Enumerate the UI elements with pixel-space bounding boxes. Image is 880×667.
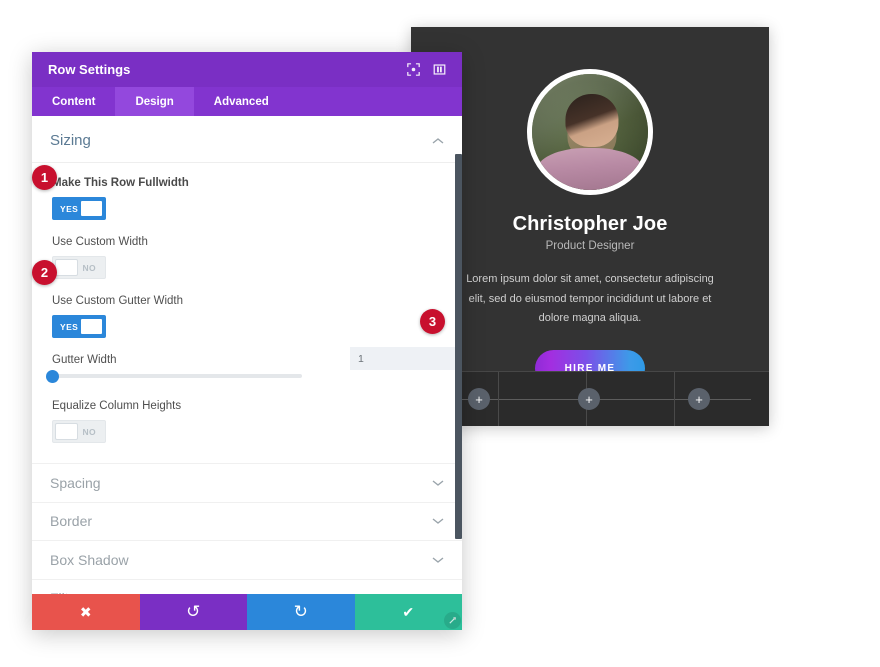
resize-handle[interactable] xyxy=(444,612,461,629)
modal-scrollbar[interactable] xyxy=(455,116,462,594)
chevron-down-icon xyxy=(432,556,444,564)
step-badge-2: 2 xyxy=(32,260,57,285)
builder-preview-canvas: Christopher Joe Product Designer Lorem i… xyxy=(411,27,769,426)
toggle-use-custom-gutter-width[interactable]: YES xyxy=(52,315,106,338)
avatar-photo xyxy=(532,74,648,190)
section-header-spacing[interactable]: Spacing xyxy=(32,463,462,502)
redo-icon: ↻ xyxy=(293,602,308,621)
field-make-row-fullwidth: Make This Row Fullwidth YES xyxy=(52,177,444,220)
profile-role: Product Designer xyxy=(545,240,635,252)
chevron-down-icon xyxy=(432,517,444,525)
redo-button[interactable]: ↻ xyxy=(247,594,355,630)
tab-advanced[interactable]: Advanced xyxy=(194,87,289,116)
section-title: Sizing xyxy=(50,132,91,149)
section-title: Box Shadow xyxy=(50,551,129,568)
section-title: Spacing xyxy=(50,474,101,491)
toggle-knob xyxy=(80,200,103,217)
close-icon: ✖ xyxy=(79,603,92,620)
field-label: Equalize Column Heights xyxy=(52,400,182,412)
toggle-value: NO xyxy=(82,262,96,273)
section-header-border[interactable]: Border xyxy=(32,501,462,541)
column-insert-strip: + + + xyxy=(411,371,769,426)
modal-footer: ✖ ↺ ↻ ✔ xyxy=(32,594,462,630)
toggle-use-custom-width[interactable]: NO xyxy=(52,256,106,279)
toggle-equalize-column-heights[interactable]: NO xyxy=(52,420,106,443)
add-column-button-2[interactable]: + xyxy=(578,388,600,410)
field-gutter-width: Gutter Width xyxy=(46,347,462,383)
chevron-down-icon xyxy=(432,479,444,487)
add-column-button-1[interactable]: + xyxy=(468,388,490,410)
toggle-value: YES xyxy=(60,203,79,214)
gutter-slider[interactable] xyxy=(46,369,302,383)
toggle-make-row-fullwidth[interactable]: YES xyxy=(52,197,106,220)
add-column-button-3[interactable]: + xyxy=(688,388,710,410)
profile-module: Christopher Joe Product Designer Lorem i… xyxy=(411,27,769,387)
modal-titlebar: Row Settings xyxy=(32,52,462,87)
section-header-filters[interactable]: Filters xyxy=(32,578,462,594)
step-badge-1: 1 xyxy=(32,165,57,190)
field-use-custom-gutter-width: Use Custom Gutter Width YES xyxy=(52,295,444,338)
field-equalize-column-heights: Equalize Column Heights NO xyxy=(52,400,444,443)
layout-panel-icon[interactable] xyxy=(428,59,450,81)
step-badge-3: 3 xyxy=(420,309,445,334)
column-divider xyxy=(498,372,499,426)
avatar xyxy=(527,69,653,195)
section-header-box-shadow[interactable]: Box Shadow xyxy=(32,540,462,579)
section-title: Border xyxy=(50,513,93,530)
column-divider xyxy=(674,372,675,426)
tab-content[interactable]: Content xyxy=(32,87,115,116)
tab-design[interactable]: Design xyxy=(115,87,194,116)
toggle-knob xyxy=(55,259,78,276)
field-label: Use Custom Width xyxy=(52,236,148,248)
cancel-button[interactable]: ✖ xyxy=(32,594,140,630)
undo-icon: ↺ xyxy=(186,602,201,621)
undo-button[interactable]: ↺ xyxy=(139,594,247,630)
field-label: Use Custom Gutter Width xyxy=(52,295,184,307)
check-icon: ✔ xyxy=(402,603,415,620)
profile-name: Christopher Joe xyxy=(512,213,668,235)
profile-bio: Lorem ipsum dolor sit amet, consectetur … xyxy=(466,273,714,325)
field-use-custom-width: Use Custom Width NO xyxy=(52,236,444,279)
modal-title: Row Settings xyxy=(48,62,131,77)
modal-tab-bar: Content Design Advanced xyxy=(32,87,462,116)
sizing-fields: Make This Row Fullwidth YES Use Custom W… xyxy=(32,163,462,463)
toggle-value: NO xyxy=(82,426,96,437)
toggle-value: YES xyxy=(60,321,79,332)
gutter-slider-row xyxy=(46,347,462,383)
field-label: Make This Row Fullwidth xyxy=(52,177,189,189)
gutter-slider-handle[interactable] xyxy=(46,369,59,383)
row-settings-modal: Row Settings Content Design Advanced Siz… xyxy=(32,52,462,630)
modal-body: Sizing Make This Row Fullwidth YES Use C… xyxy=(32,116,462,594)
gutter-width-input[interactable] xyxy=(350,347,462,370)
section-header-sizing[interactable]: Sizing xyxy=(32,116,462,163)
chevron-up-icon xyxy=(432,137,444,145)
expand-icon[interactable] xyxy=(402,59,424,81)
modal-scrollbar-thumb[interactable] xyxy=(455,154,462,539)
toggle-knob xyxy=(80,318,103,335)
toggle-knob xyxy=(55,423,78,440)
